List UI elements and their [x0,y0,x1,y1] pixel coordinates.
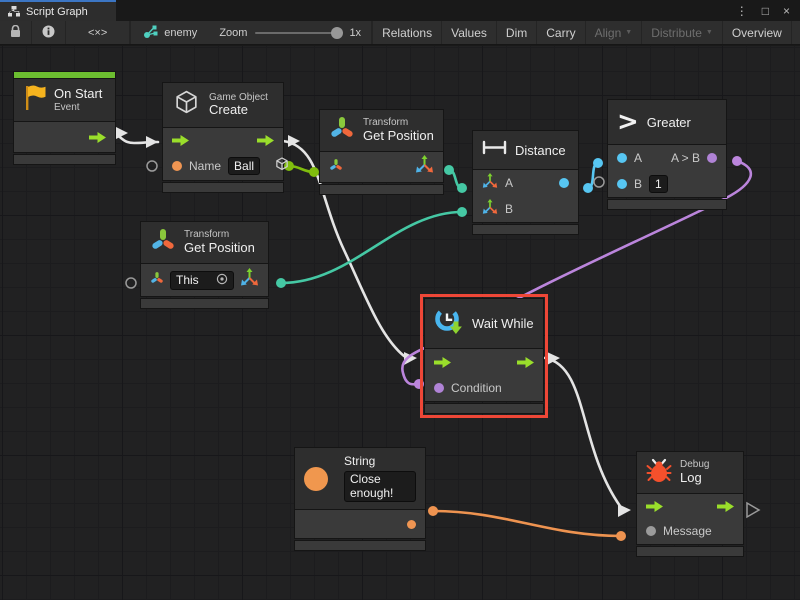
vector-out-port[interactable] [240,268,259,292]
node-wait-while[interactable]: Wait While Condition [425,299,543,413]
node-title: On Start [54,87,102,102]
node-debug-log[interactable]: Debug Log Message [637,452,743,556]
node-on-start[interactable]: On Start Event [14,72,115,164]
transform-in-port[interactable] [150,271,164,290]
wire-string-to-message[interactable] [433,511,621,536]
node-footer [320,185,443,194]
flow-arrowhead [618,504,631,517]
name-field[interactable]: Ball [228,157,260,175]
node-footer [473,225,578,234]
transform-in-port[interactable] [329,158,343,177]
flow-out-port[interactable] [517,357,534,368]
target-field[interactable]: This [170,271,234,290]
node-title: Distance [515,143,566,158]
flow-out-port[interactable] [257,135,274,146]
flow-in-port[interactable] [172,135,189,146]
wait-clock-icon [434,306,464,341]
vector-a-port[interactable] [482,173,498,194]
distance-out-port[interactable] [559,178,569,188]
node-distance[interactable]: Distance A B [473,131,578,234]
distance-icon [482,140,507,160]
greater-a-port[interactable] [617,153,627,163]
port-label: Name [189,159,221,173]
object-picker-icon[interactable] [216,273,228,288]
node-subtitle: Event [54,102,102,114]
transform-icon [329,115,355,146]
node-footer [425,404,543,413]
greater-out-port[interactable] [707,153,717,163]
port-label: A [505,176,513,190]
wire-getposition2-to-distance-b[interactable] [281,212,462,283]
b-value-field[interactable]: 1 [649,175,668,193]
node-title: Log [680,471,709,486]
port-label: A [634,151,642,165]
game-object-out-port[interactable] [274,156,290,177]
node-footer [295,541,425,550]
node-title: String [344,455,416,469]
node-title: Get Position [184,241,255,256]
vector-b-port[interactable] [482,199,498,220]
vector-out-port[interactable] [415,155,434,179]
node-footer [637,547,743,556]
greater-icon: > [617,107,639,137]
node-string[interactable]: String Close enough! [295,448,425,550]
unconnected-port-indicator [594,177,604,187]
condition-port[interactable] [434,383,444,393]
node-footer [608,200,726,209]
flow-arrowhead [146,136,158,148]
node-get-position-1[interactable]: Transform Get Position [320,110,443,194]
port-label: B [634,177,642,191]
cube-icon [172,88,201,122]
node-footer [14,155,115,164]
flow-in-port[interactable] [646,501,663,512]
unconnected-port-indicator [126,278,136,288]
string-value-field[interactable]: Close enough! [344,471,416,503]
flow-out-port[interactable] [89,132,106,143]
node-game-object-create[interactable]: Game Object Create Name Ball [163,83,283,192]
flag-icon [23,84,46,116]
node-get-position-2[interactable]: Transform Get Position This [141,222,268,308]
node-title: Greater [647,115,691,130]
bug-icon [646,457,672,488]
node-greater[interactable]: > Greater A A > B B 1 [608,100,726,209]
node-footer [141,299,268,308]
flow-in-port[interactable] [434,357,451,368]
name-value-port[interactable] [172,161,182,171]
unconnected-port-indicator [147,161,157,171]
port-label: Condition [451,381,502,395]
message-port[interactable] [646,526,656,536]
node-title: Get Position [363,129,434,144]
node-title: Wait While [472,316,534,331]
output-label: A > B [671,151,700,165]
transform-icon [150,227,176,258]
port-label: B [505,202,513,216]
node-title: Create [209,103,268,118]
port-label: Message [663,524,712,538]
event-color-bar [14,72,115,78]
wire-waitwhile-to-log[interactable] [545,358,620,506]
script-graph-window: Script Graph ⋮ □ × <×> enemy [0,0,800,600]
unconnected-flow-indicator [747,503,759,517]
greater-b-port[interactable] [617,179,627,189]
string-out-port[interactable] [407,520,416,529]
node-footer [163,183,283,192]
flow-out-port[interactable] [717,501,734,512]
